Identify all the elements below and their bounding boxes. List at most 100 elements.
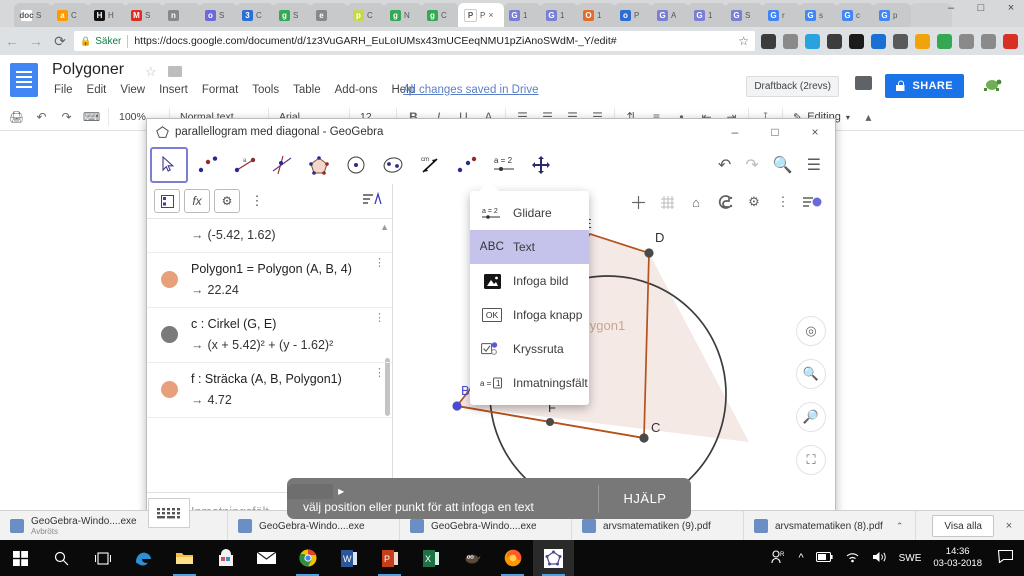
dropdown-item-kryssruta[interactable]: Kryssruta bbox=[470, 332, 589, 366]
volume-icon[interactable] bbox=[872, 551, 887, 566]
tab-strip[interactable]: doc Sa C H H M Sn o S 3 Cg Se p Cg Ng C P P × G 1 G 1 O 1 o P G A G 1 G… bbox=[0, 0, 1024, 27]
y-icon[interactable] bbox=[871, 33, 886, 49]
reflect-tool[interactable] bbox=[450, 148, 484, 181]
bulb-icon[interactable] bbox=[827, 33, 842, 49]
docs-menu-view[interactable]: View bbox=[120, 84, 145, 96]
sort-icon[interactable] bbox=[362, 191, 392, 210]
g-icon[interactable] bbox=[959, 33, 974, 49]
save-status[interactable]: All changes saved in Drive bbox=[403, 84, 539, 96]
dropdown-item-glidare[interactable]: a = 2 Glidare bbox=[470, 196, 589, 230]
notifications-icon[interactable] bbox=[994, 549, 1016, 566]
system-tray[interactable]: R ^ SWE 14:36 03-03-2018 bbox=[771, 546, 1024, 570]
browser-tab[interactable]: G1 bbox=[503, 3, 541, 27]
docs-menu-format[interactable]: Format bbox=[202, 84, 238, 96]
film-icon[interactable] bbox=[761, 33, 776, 49]
help-button[interactable]: HJÄLP bbox=[599, 491, 691, 506]
paint-format-icon[interactable]: ⌨ bbox=[83, 110, 100, 124]
browser-tab[interactable]: GS bbox=[725, 3, 763, 27]
search-icon[interactable]: 🔍 bbox=[773, 155, 793, 175]
redo-icon[interactable]: ↷ bbox=[60, 110, 73, 124]
browser-tab[interactable]: n bbox=[162, 3, 200, 27]
browser-tab-active[interactable]: P P × bbox=[458, 3, 504, 27]
browser-tab[interactable]: G1 bbox=[540, 3, 578, 27]
circle-tool[interactable] bbox=[339, 148, 373, 181]
address-bar[interactable]: 🔒 Säker https://docs.google.com/document… bbox=[74, 31, 755, 51]
microsoft-store-icon[interactable] bbox=[205, 540, 246, 576]
compass-icon[interactable] bbox=[915, 33, 930, 49]
docs-menu-insert[interactable]: Insert bbox=[159, 84, 188, 96]
grid-icon[interactable] bbox=[654, 190, 680, 214]
minimize-icon[interactable]: – bbox=[944, 2, 958, 14]
dropdown-item-infoga-bild[interactable]: Infoga bild bbox=[470, 264, 589, 298]
close-icon[interactable]: × bbox=[795, 119, 835, 145]
browser-tab[interactable]: 3C bbox=[236, 3, 274, 27]
bookmark-star-icon[interactable]: ☆ bbox=[738, 34, 749, 48]
browser-tab[interactable]: G1 bbox=[688, 3, 726, 27]
docs-menu-edit[interactable]: Edit bbox=[87, 84, 107, 96]
menu-icon[interactable]: ☰ bbox=[807, 155, 821, 175]
settings-gear-icon[interactable]: ⚙ bbox=[214, 189, 240, 213]
target-icon[interactable]: ◎ bbox=[796, 316, 826, 346]
browser-tab[interactable]: Gr bbox=[762, 3, 800, 27]
browser-tab[interactable]: oS bbox=[199, 3, 237, 27]
folder-icon[interactable] bbox=[168, 66, 182, 77]
tool-dropdown-menu[interactable]: a = 2 Glidare ABC Text Infoga bild OK Infoga k… bbox=[470, 182, 589, 405]
line-tool[interactable]: a bbox=[228, 148, 262, 181]
browser-tab[interactable]: gS bbox=[273, 3, 311, 27]
row-more-icon[interactable]: ⋮ bbox=[374, 258, 385, 269]
share-button[interactable]: SHARE bbox=[885, 74, 964, 98]
home-icon[interactable]: ⌂ bbox=[683, 190, 709, 214]
windows-taskbar[interactable]: W P X R ^ SWE 14:36 03-03-2018 bbox=[0, 540, 1024, 576]
browser-tab[interactable]: Gs bbox=[799, 3, 837, 27]
browser-tab[interactable]: HH bbox=[88, 3, 126, 27]
angle-measure-tool[interactable]: cm bbox=[413, 148, 447, 181]
chat-icon[interactable] bbox=[981, 33, 996, 49]
redo-icon[interactable]: ↷ bbox=[745, 155, 758, 175]
visibility-dot[interactable] bbox=[161, 381, 178, 398]
zoom-in-icon[interactable]: 🔍 bbox=[796, 359, 826, 389]
chevron-icon[interactable] bbox=[893, 33, 908, 49]
browser-tab[interactable]: O1 bbox=[577, 3, 615, 27]
download-item[interactable]: GeoGebra-Windo....exe Avbröts bbox=[0, 511, 228, 541]
close-icon[interactable]: × bbox=[1004, 2, 1018, 14]
ellipse-tool[interactable] bbox=[376, 148, 410, 181]
maximize-icon[interactable]: □ bbox=[755, 119, 795, 145]
onscreen-keyboard-toggle[interactable] bbox=[148, 498, 190, 528]
row-more-icon[interactable]: ⋮ bbox=[374, 368, 385, 379]
algebra-row[interactable]: ⋮ c : Cirkel (G, E) → (x + 5.42)² + (y - … bbox=[147, 308, 392, 363]
forward-icon[interactable]: → bbox=[24, 33, 48, 49]
undo-icon[interactable]: ↶ bbox=[35, 110, 48, 124]
algebra-toolbar[interactable]: fx ⚙ ⋮ bbox=[147, 184, 392, 219]
docs-menu-file[interactable]: File bbox=[54, 84, 73, 96]
d-icon[interactable] bbox=[783, 33, 798, 49]
docs-menu-table[interactable]: Table bbox=[293, 84, 321, 96]
red-arrow-icon[interactable] bbox=[1003, 33, 1018, 49]
collapse-toolbar-icon[interactable]: ▴ bbox=[862, 110, 875, 124]
gimp-icon[interactable] bbox=[451, 540, 492, 576]
reload-icon[interactable]: ⟳ bbox=[48, 33, 72, 50]
draftback-button[interactable]: Draftback (2revs) bbox=[746, 76, 839, 97]
help-arrow-icon[interactable]: ▸ bbox=[338, 484, 344, 498]
slider-tool[interactable]: a = 2 bbox=[487, 148, 521, 181]
download-menu-caret[interactable]: ⌃ bbox=[896, 521, 904, 532]
axes-icon[interactable] bbox=[625, 190, 651, 214]
search-icon[interactable] bbox=[41, 540, 82, 576]
battery-icon[interactable] bbox=[815, 551, 833, 565]
download-item[interactable]: arvsmatematiken (8).pdf ⌃ bbox=[744, 511, 916, 541]
chrome-icon[interactable] bbox=[287, 540, 328, 576]
language-indicator[interactable]: SWE bbox=[899, 553, 922, 564]
algebra-rows[interactable]: ▲ → (-5.42, 1.62) ⋮ Polygon1 = Polygon (A… bbox=[147, 218, 392, 493]
star-icon[interactable]: ☆ bbox=[145, 64, 157, 80]
file-explorer-icon[interactable] bbox=[164, 540, 205, 576]
word-icon[interactable]: W bbox=[328, 540, 369, 576]
start-icon[interactable] bbox=[0, 540, 41, 576]
print-icon[interactable]: 🖨 bbox=[9, 110, 24, 124]
browser-tab[interactable]: MS bbox=[125, 3, 163, 27]
maximize-icon[interactable]: □ bbox=[974, 2, 988, 14]
algebra-row[interactable]: ⋮ Polygon1 = Polygon (A, B, 4) → 22.24 bbox=[147, 253, 392, 308]
browser-window-controls[interactable]: – □ × bbox=[944, 2, 1018, 14]
task-view-icon[interactable] bbox=[82, 540, 123, 576]
excel-icon[interactable]: X bbox=[410, 540, 451, 576]
browser-tab[interactable]: Gp bbox=[873, 3, 911, 27]
geogebra-icon[interactable] bbox=[533, 540, 574, 576]
